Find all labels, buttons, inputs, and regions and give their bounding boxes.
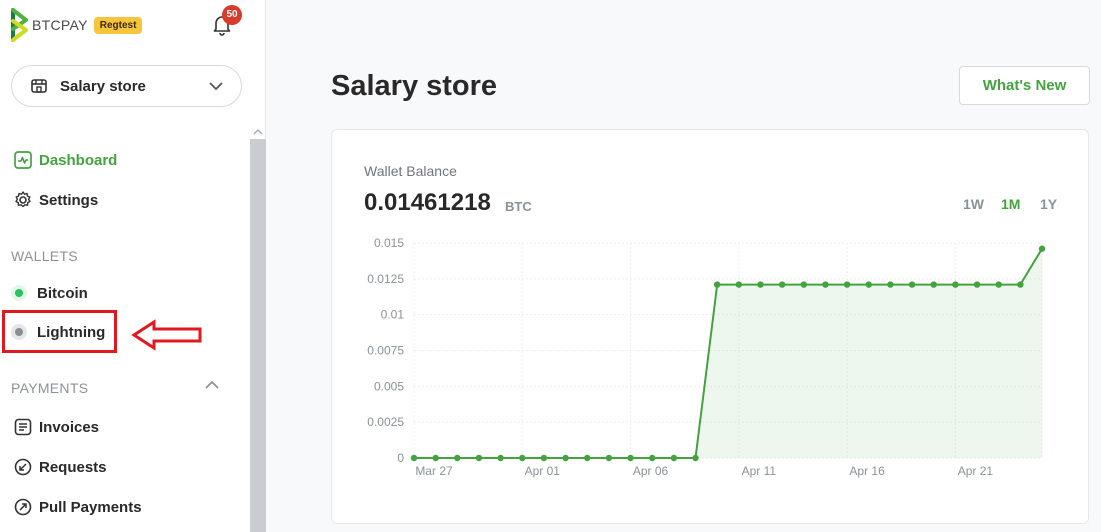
y-tick-label: 0.01 xyxy=(381,308,405,322)
wallet-balance-card: Wallet Balance 0.01461218 BTC 1W 1M 1Y 0… xyxy=(331,129,1089,524)
brand[interactable]: BTCPAY Regtest xyxy=(10,8,143,42)
data-point xyxy=(519,454,526,462)
data-point xyxy=(584,454,591,462)
data-point xyxy=(865,281,872,288)
y-tick-label: 0.005 xyxy=(374,379,404,393)
data-point xyxy=(778,281,786,288)
x-tick-label: Apr 01 xyxy=(525,464,561,478)
store-name: Salary store xyxy=(60,77,146,95)
sidebar-item-dashboard[interactable]: Dashboard xyxy=(13,148,117,172)
request-icon xyxy=(14,458,32,476)
store-selector[interactable]: Salary store xyxy=(11,65,242,107)
sidebar-item-requests[interactable]: Requests xyxy=(13,455,107,479)
wallet-balance-chart: 0 0.0025 0.005 0.0075 0.01 0.0125 0.015 Mar 27… xyxy=(367,236,1046,478)
data-point xyxy=(627,454,634,462)
data-point xyxy=(822,281,829,288)
dashboard-icon xyxy=(14,151,32,169)
data-point xyxy=(432,454,439,462)
data-point xyxy=(800,281,807,288)
data-point xyxy=(973,281,981,288)
bitcoin-status-icon xyxy=(11,285,27,301)
data-point xyxy=(692,454,699,462)
notification-count-badge: 50 xyxy=(222,5,242,25)
data-point xyxy=(713,281,721,288)
data-point xyxy=(757,281,764,288)
data-point xyxy=(1017,281,1024,288)
store-icon xyxy=(31,79,47,93)
annotation-highlight-box xyxy=(2,310,117,353)
data-point xyxy=(887,281,894,288)
data-point xyxy=(475,454,483,462)
sidebar-item-label: Invoices xyxy=(39,418,100,436)
x-tick-label: Apr 21 xyxy=(958,464,994,478)
x-tick-label: Apr 06 xyxy=(633,464,669,478)
sidebar-item-label: Requests xyxy=(39,458,107,476)
y-tick-label: 0 xyxy=(397,451,404,465)
page-title: Salary store xyxy=(331,70,498,102)
y-tick-label: 0.0025 xyxy=(367,415,404,429)
environment-badge: Regtest xyxy=(93,16,143,34)
y-tick-label: 0.0125 xyxy=(367,272,404,286)
sidebar-item-label: Dashboard xyxy=(39,151,118,169)
y-tick-label: 0.0075 xyxy=(367,344,404,358)
y-tick-label: 0.015 xyxy=(374,236,404,250)
sidebar-item-label: Bitcoin xyxy=(37,284,88,302)
sidebar-item-settings[interactable]: Settings xyxy=(13,188,98,212)
btcpay-logo xyxy=(11,8,28,42)
data-point xyxy=(410,454,418,462)
sidebar-item-bitcoin[interactable]: Bitcoin xyxy=(11,281,88,305)
x-tick-label: Mar 27 xyxy=(415,464,453,478)
data-point xyxy=(735,281,743,288)
chevron-down-icon xyxy=(209,82,223,91)
pull-payment-icon xyxy=(14,498,32,516)
data-point xyxy=(952,281,959,288)
sidebar-item-label: Settings xyxy=(39,191,99,209)
annotation-arrow-icon xyxy=(131,319,202,351)
sidebar-item-invoices[interactable]: Invoices xyxy=(13,415,99,439)
scroll-up-arrow-icon[interactable] xyxy=(250,125,266,139)
x-tick-label: Apr 11 xyxy=(742,464,777,478)
invoice-icon xyxy=(14,418,32,436)
sidebar-item-pull-payments[interactable]: Pull Payments xyxy=(13,495,142,519)
sidebar-scrollbar[interactable] xyxy=(250,125,266,532)
series-area xyxy=(414,248,1042,458)
sidebar: BTCPAY Regtest 50 Salary store Dashboard xyxy=(0,0,266,532)
data-point xyxy=(843,281,851,288)
data-point xyxy=(540,454,548,462)
data-point xyxy=(1038,245,1046,252)
brand-name: BTCPAY xyxy=(32,17,88,33)
whats-new-button[interactable]: What's New xyxy=(959,66,1090,105)
x-tick-label: Apr 16 xyxy=(849,464,885,478)
data-point xyxy=(670,454,678,462)
data-point xyxy=(605,454,613,462)
payments-section-header: PAYMENTS xyxy=(11,380,89,396)
data-point xyxy=(930,281,937,288)
data-point xyxy=(649,454,656,462)
gear-icon xyxy=(15,191,31,208)
data-point xyxy=(562,454,569,462)
data-point xyxy=(454,454,461,462)
scrollbar-thumb[interactable] xyxy=(250,139,266,532)
data-point xyxy=(995,281,1002,288)
chevron-up-icon[interactable] xyxy=(205,380,219,390)
sidebar-item-label: Pull Payments xyxy=(39,498,142,516)
data-point xyxy=(908,281,916,288)
data-point xyxy=(497,454,504,462)
wallets-section-header: WALLETS xyxy=(11,248,78,264)
